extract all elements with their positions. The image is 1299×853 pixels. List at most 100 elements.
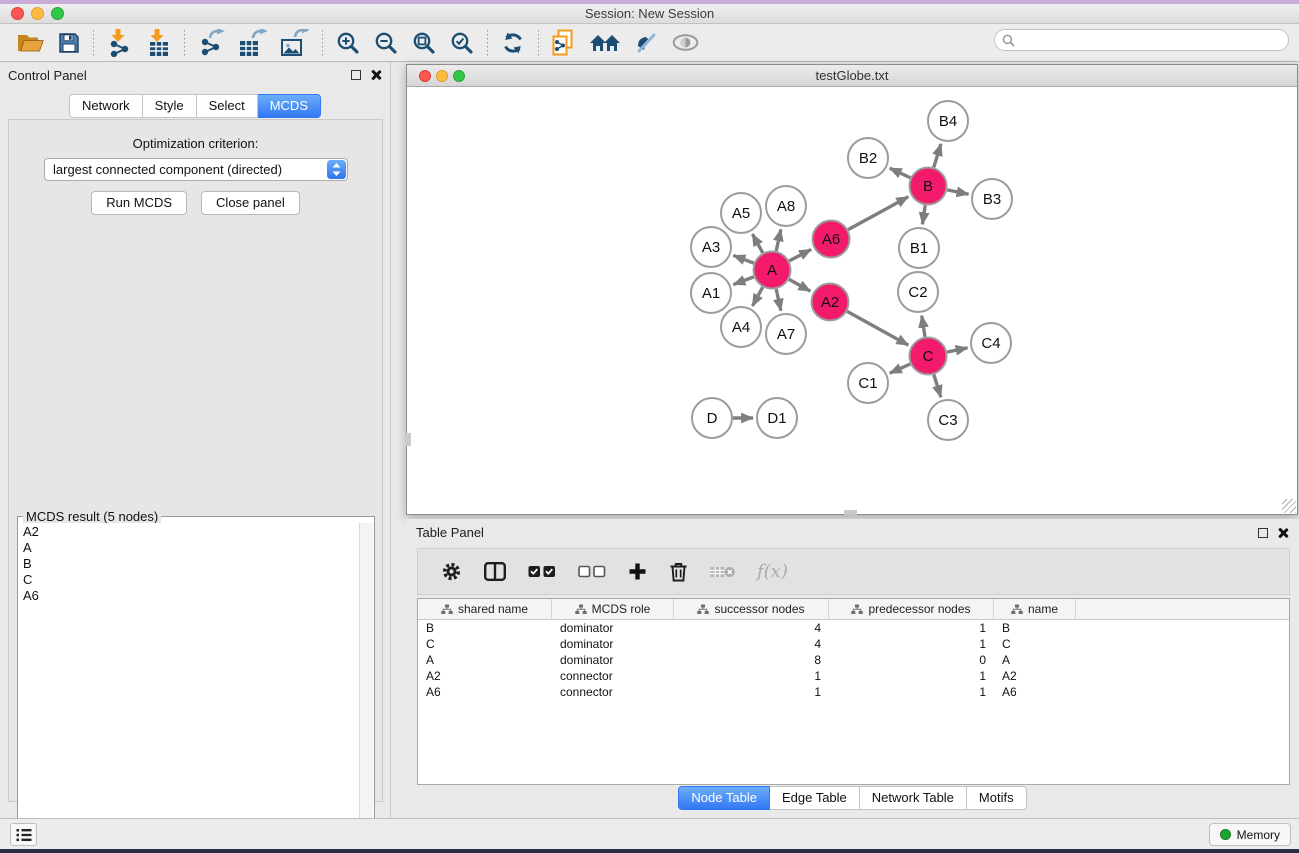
result-scrollbar[interactable]	[359, 523, 373, 853]
close-window-button[interactable]	[11, 7, 24, 20]
splitter-handle-left[interactable]	[406, 433, 411, 446]
column-header-successor-nodes[interactable]: successor nodes	[674, 599, 829, 619]
graph-node-C[interactable]: C	[910, 338, 947, 375]
tab-network[interactable]: Network	[69, 94, 143, 118]
graph-edge-A-A8[interactable]	[776, 229, 781, 251]
graph-edge-C-C1[interactable]	[890, 364, 910, 373]
zoom-selected-icon[interactable]	[450, 27, 474, 59]
table-row[interactable]: Cdominator41C	[418, 636, 1289, 652]
graph-edge-B-B2[interactable]	[890, 168, 911, 178]
table-cell[interactable]: dominator	[552, 652, 674, 668]
tab-network-table[interactable]: Network Table	[860, 786, 967, 810]
splitter-handle-bottom[interactable]	[844, 510, 857, 515]
table-cell[interactable]: A	[994, 652, 1076, 668]
graph-edge-A-A2[interactable]	[789, 279, 810, 291]
graph-node-B4[interactable]: B4	[928, 101, 968, 141]
table-cell[interactable]: connector	[552, 684, 674, 700]
table-cell[interactable]: dominator	[552, 636, 674, 652]
deselect-all-icon[interactable]	[578, 565, 606, 578]
mcds-result-item[interactable]: A2	[19, 523, 359, 539]
import-network-icon[interactable]	[107, 27, 133, 59]
mcds-result-item[interactable]: B	[19, 555, 359, 571]
graph-edge-A-A7[interactable]	[776, 289, 781, 311]
select-all-icon[interactable]	[528, 565, 556, 578]
home-layout-icon[interactable]	[589, 27, 621, 59]
task-history-button[interactable]	[10, 823, 37, 846]
mcds-result-item[interactable]: C	[19, 571, 359, 587]
graph-node-C1[interactable]: C1	[848, 363, 888, 403]
float-panel-icon[interactable]	[351, 70, 361, 80]
table-cell[interactable]: B	[994, 620, 1076, 636]
table-cell[interactable]: 1	[829, 620, 994, 636]
network-window-titlebar[interactable]: testGlobe.txt	[407, 65, 1297, 87]
search-field[interactable]	[994, 29, 1289, 51]
window-resize-grip[interactable]	[1282, 499, 1296, 513]
network-graph[interactable]: B4B2BB3A8A5A6A3B1AC2A1A2A4A7C4CC1C3DD1	[407, 87, 1297, 514]
graph-edge-B-B3[interactable]	[947, 190, 968, 194]
search-input[interactable]	[1015, 31, 1288, 49]
table-row[interactable]: A2connector11A2	[418, 668, 1289, 684]
table-cell[interactable]: dominator	[552, 620, 674, 636]
graph-node-A6[interactable]: A6	[813, 221, 850, 258]
table-cell[interactable]: A2	[418, 668, 552, 684]
graph-node-D[interactable]: D	[692, 398, 732, 438]
table-cell[interactable]: A	[418, 652, 552, 668]
tab-edge-table[interactable]: Edge Table	[770, 786, 860, 810]
table-float-panel-icon[interactable]	[1258, 528, 1268, 538]
import-table-icon[interactable]	[147, 27, 171, 59]
table-cell[interactable]: A2	[994, 668, 1076, 684]
table-cell[interactable]: 4	[674, 620, 829, 636]
graph-node-B2[interactable]: B2	[848, 138, 888, 178]
graph-edge-A6-B[interactable]	[848, 197, 908, 230]
graphics-details-icon[interactable]	[635, 27, 658, 59]
graph-edge-A2-C[interactable]	[847, 311, 908, 345]
open-session-icon[interactable]	[17, 27, 44, 59]
graph-edge-C-C2[interactable]	[922, 316, 925, 337]
table-settings-gear-icon[interactable]	[441, 561, 462, 582]
zoom-fit-icon[interactable]	[412, 27, 436, 59]
export-network-icon[interactable]	[198, 27, 225, 59]
table-close-panel-icon[interactable]	[1277, 527, 1289, 539]
table-row[interactable]: A6connector11A6	[418, 684, 1289, 700]
zoom-out-icon[interactable]	[374, 27, 398, 59]
tab-select[interactable]: Select	[197, 94, 258, 118]
graph-node-A5[interactable]: A5	[721, 193, 761, 233]
delete-row-trash-icon[interactable]	[669, 561, 688, 582]
close-panel-button[interactable]: Close panel	[201, 191, 300, 215]
save-session-icon[interactable]	[58, 27, 80, 59]
table-cell[interactable]: C	[418, 636, 552, 652]
table-row[interactable]: Adominator80A	[418, 652, 1289, 668]
network-minimize-button[interactable]	[436, 70, 448, 82]
graph-node-A8[interactable]: A8	[766, 186, 806, 226]
table-cell[interactable]: A6	[418, 684, 552, 700]
graph-node-C3[interactable]: C3	[928, 400, 968, 440]
graph-node-B[interactable]: B	[910, 168, 947, 205]
table-row[interactable]: Bdominator41B	[418, 620, 1289, 636]
graph-node-C2[interactable]: C2	[898, 272, 938, 312]
refresh-icon[interactable]	[501, 27, 525, 59]
table-cell[interactable]: A6	[994, 684, 1076, 700]
graph-node-A2[interactable]: A2	[812, 284, 849, 321]
table-cell[interactable]: C	[994, 636, 1076, 652]
add-row-plus-icon[interactable]	[628, 562, 647, 581]
export-table-icon[interactable]	[239, 27, 267, 59]
graph-edge-C-C4[interactable]	[947, 348, 967, 352]
graph-edge-A-A3[interactable]	[733, 255, 753, 263]
graph-node-A[interactable]: A	[754, 252, 791, 289]
table-cell[interactable]: 1	[829, 636, 994, 652]
graph-edge-C-C3[interactable]	[934, 375, 941, 397]
graph-edge-A-A1[interactable]	[733, 277, 753, 285]
tab-node-table[interactable]: Node Table	[678, 786, 770, 810]
table-cell[interactable]: connector	[552, 668, 674, 684]
mcds-result-item[interactable]: A	[19, 539, 359, 555]
run-mcds-button[interactable]: Run MCDS	[91, 191, 187, 215]
graph-node-A3[interactable]: A3	[691, 227, 731, 267]
table-cell[interactable]: 0	[829, 652, 994, 668]
zoom-window-button[interactable]	[51, 7, 64, 20]
mcds-result-item[interactable]: A6	[19, 587, 359, 603]
table-cell[interactable]: 1	[829, 684, 994, 700]
duplicate-network-icon[interactable]	[552, 27, 575, 59]
graph-node-A4[interactable]: A4	[721, 307, 761, 347]
show-columns-icon[interactable]	[484, 562, 506, 581]
table-cell[interactable]: 4	[674, 636, 829, 652]
